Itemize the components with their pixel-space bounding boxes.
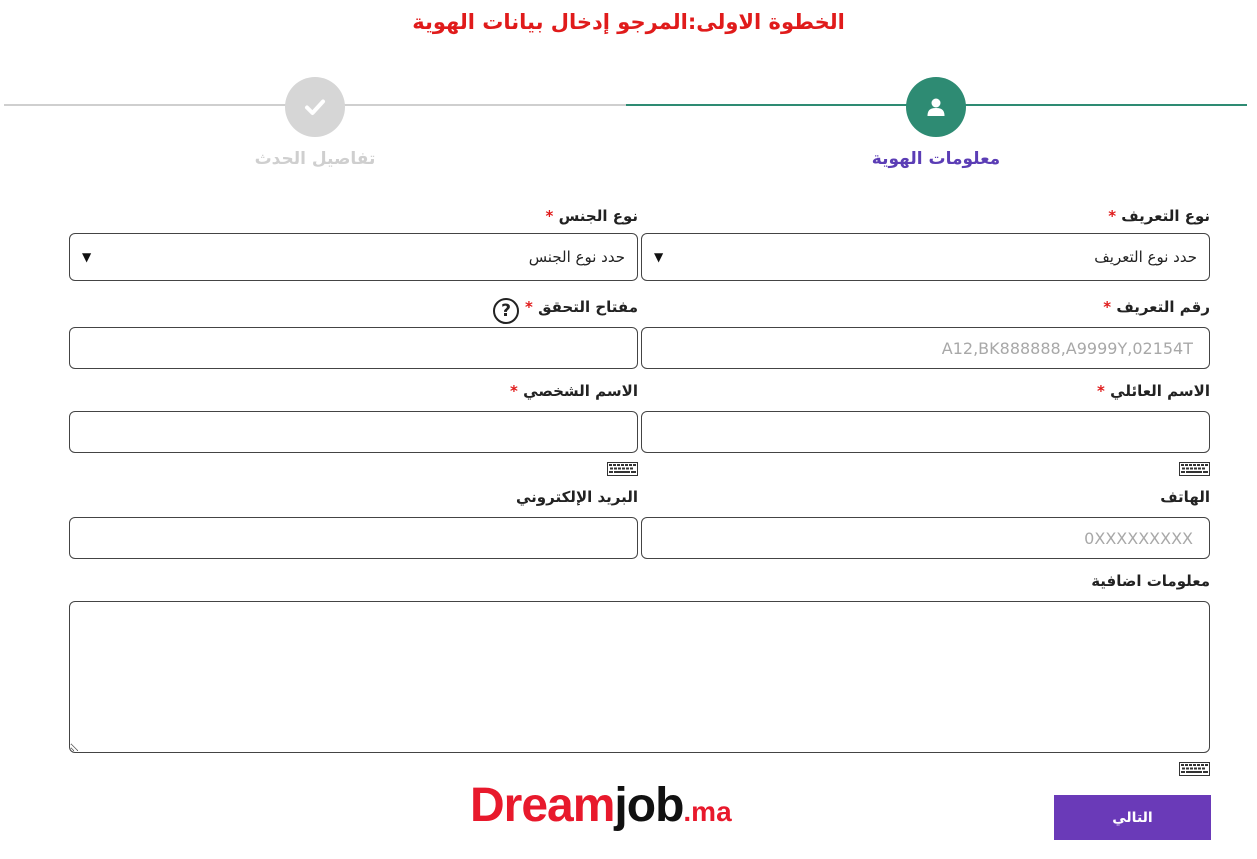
id-type-select[interactable]: حدد نوع التعريف ▼ bbox=[641, 233, 1210, 281]
check-icon bbox=[305, 99, 325, 115]
required-mark: * bbox=[1103, 298, 1112, 316]
extra-info-label: معلومات اضافية bbox=[1091, 572, 1210, 590]
caret-down-icon: ▼ bbox=[654, 250, 664, 264]
step-event-label[interactable]: تفاصيل الحدث bbox=[205, 149, 425, 169]
required-mark: * bbox=[1108, 207, 1117, 225]
user-icon bbox=[927, 98, 945, 116]
first-name-input[interactable] bbox=[69, 411, 638, 453]
caret-down-icon: ▼ bbox=[82, 250, 92, 264]
next-button[interactable]: التالي bbox=[1054, 795, 1211, 840]
last-name-label: الاسم العائلي * bbox=[1097, 382, 1210, 400]
keyboard-icon[interactable] bbox=[1179, 762, 1210, 776]
id-type-label: نوع التعريف * bbox=[1108, 207, 1210, 225]
last-name-input[interactable] bbox=[641, 411, 1210, 453]
phone-label: الهاتف bbox=[1160, 488, 1210, 506]
id-number-input[interactable] bbox=[641, 327, 1210, 369]
gender-label: نوع الجنس * bbox=[545, 207, 638, 225]
phone-input[interactable] bbox=[641, 517, 1210, 559]
gender-select[interactable]: حدد نوع الجنس ▼ bbox=[69, 233, 638, 281]
step-identity-circle[interactable] bbox=[906, 77, 966, 137]
email-label: البريد الإلكتروني bbox=[516, 488, 638, 506]
page-title: الخطوة الاولى:المرجو إدخال بيانات الهوية bbox=[412, 10, 845, 34]
extra-info-textarea[interactable] bbox=[69, 601, 1210, 753]
required-mark: * bbox=[1097, 382, 1105, 400]
first-name-label: الاسم الشخصي * bbox=[510, 382, 638, 400]
email-input[interactable] bbox=[69, 517, 638, 559]
dreamjob-logo: Dreamjob.ma bbox=[470, 779, 732, 832]
help-icon[interactable]: ? bbox=[493, 298, 519, 324]
id-number-label: رقم التعريف * bbox=[1103, 298, 1210, 316]
verification-key-input[interactable] bbox=[69, 327, 638, 369]
keyboard-icon[interactable] bbox=[607, 462, 638, 476]
keyboard-icon[interactable] bbox=[1179, 462, 1210, 476]
verification-key-label: مفتاح التحقق * bbox=[525, 298, 638, 316]
step-identity-label[interactable]: معلومات الهوية bbox=[826, 149, 1046, 169]
id-type-selected: حدد نوع التعريف bbox=[1094, 248, 1197, 266]
required-mark: * bbox=[510, 382, 518, 400]
step-event-circle[interactable] bbox=[285, 77, 345, 137]
gender-selected: حدد نوع الجنس bbox=[528, 248, 625, 266]
required-mark: * bbox=[545, 207, 554, 225]
required-mark: * bbox=[525, 298, 533, 316]
